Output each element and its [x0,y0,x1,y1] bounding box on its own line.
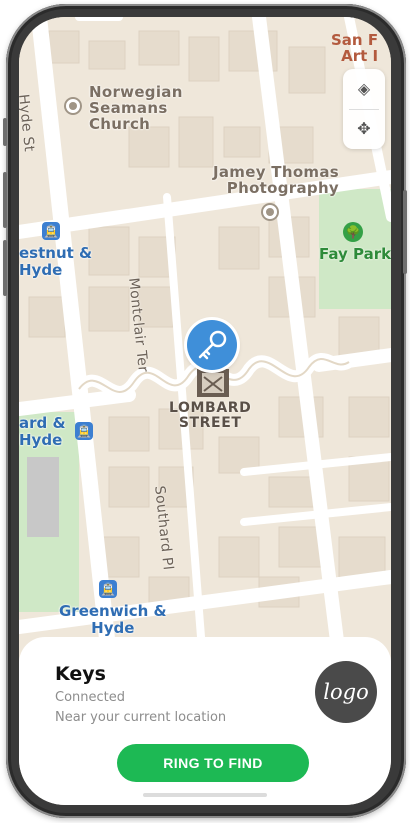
map-view[interactable]: Norwegian Seamans Church Jamey Thomas Ph… [19,17,391,657]
home-indicator [143,793,267,797]
park-icon[interactable]: 🌳 [343,222,363,242]
app-stage: Norwegian Seamans Church Jamey Thomas Ph… [0,0,410,823]
transit-stop-icon[interactable]: 🚊 [42,222,60,240]
key-icon [198,330,227,360]
greenwich-hyde-label[interactable]: Greenwich & Hyde [59,603,167,636]
church-poi-icon[interactable] [64,97,82,115]
map-layers-icon[interactable]: ◈ [343,69,385,109]
map-controls: ◈ ✥ [343,69,385,149]
lombard-street-label[interactable]: LOMBARD STREET [169,400,251,432]
transit-stop-icon[interactable]: 🚊 [75,422,93,440]
power-button [403,190,407,274]
item-location-pin[interactable] [187,320,237,370]
fay-park-label[interactable]: Fay Park [319,245,391,263]
photography-poi-icon[interactable] [261,203,279,221]
chestnut-hyde-label[interactable]: estnut & Hyde [19,245,92,278]
church-label[interactable]: Norwegian Seamans Church [89,84,183,132]
lombard-landmark-icon [197,369,229,397]
lombard-hyde-label[interactable]: ard & Hyde [19,415,66,448]
connection-status: Connected [55,690,126,705]
court-area [27,457,59,537]
volume-up-button [3,172,7,228]
transit-stop-icon[interactable]: 🚊 [99,580,117,598]
recenter-move-icon[interactable]: ✥ [343,109,385,149]
brand-logo: logo [315,661,377,723]
building-blocks [28,30,390,608]
location-description: Near your current location [55,710,227,725]
art-institute-label[interactable]: San F Art I [331,32,378,65]
volume-down-button [3,240,7,296]
ring-to-find-button[interactable]: RING TO FIND [117,744,309,782]
photography-label[interactable]: Jamey Thomas Photography [213,164,339,197]
item-title: Keys [55,663,106,685]
mute-switch [3,118,7,146]
